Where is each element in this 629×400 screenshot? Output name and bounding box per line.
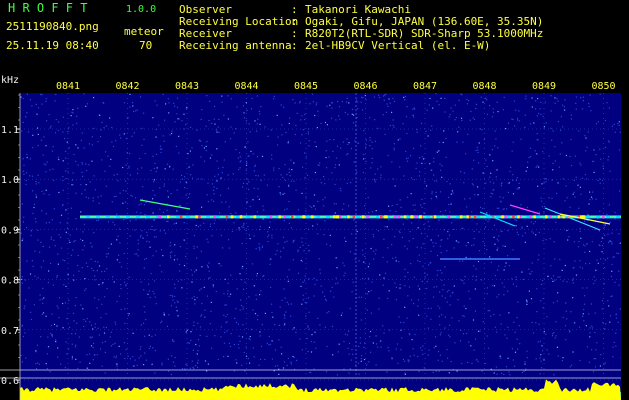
meteor-echo <box>339 215 342 219</box>
freq-tick-label: 0.9 <box>1 225 19 236</box>
time-tick-label: 0844 <box>234 81 258 92</box>
meteor-echo <box>283 215 287 219</box>
right-margin <box>621 93 629 400</box>
meteor-echo <box>291 215 294 219</box>
meteor-echo <box>347 215 350 219</box>
meteor-echo <box>433 215 437 219</box>
meteor-echo <box>167 215 170 219</box>
hroft-window: H R O F F T 1.0.0 2511190840.png meteor … <box>0 0 629 400</box>
meteor-echo <box>225 215 229 219</box>
meteor-echo <box>473 215 477 219</box>
meteor-echo <box>602 215 605 219</box>
meteor-echo <box>512 215 515 219</box>
meteor-echo <box>179 215 183 219</box>
meteor-echo <box>466 215 469 219</box>
time-tick-label: 0842 <box>115 81 139 92</box>
meteor-echo <box>504 215 507 219</box>
meteor-echo <box>302 215 306 219</box>
meteor-echo <box>393 215 397 219</box>
meteor-echo <box>366 215 369 219</box>
meteor-echo <box>397 215 401 219</box>
spectrogram-plot: kHz 1.1 1.0 0.9 0.8 0.7 0.6 0841 0842 0843 0844 08… <box>0 75 629 400</box>
time-tick-label: 0848 <box>472 81 496 92</box>
meteor-echo <box>239 215 243 219</box>
freq-tick-label: 0.6 <box>1 376 19 387</box>
time-tick-label: 0847 <box>413 81 437 92</box>
meteor-echo <box>384 215 387 219</box>
meteor-echo <box>311 215 314 219</box>
meteor-echo <box>447 215 451 219</box>
time-tick-label: 0849 <box>532 81 556 92</box>
meteor-echo <box>501 215 504 219</box>
meteor-echo <box>410 215 414 219</box>
meteor-echo <box>335 215 339 219</box>
meteor-echo <box>545 215 548 219</box>
meteor-echo <box>414 215 417 219</box>
time-tick-label: 0845 <box>294 81 318 92</box>
meteor-echo <box>549 215 552 219</box>
meteor-echo <box>362 215 365 219</box>
meteor-echo <box>352 215 356 219</box>
time-tick-label: 0843 <box>175 81 199 92</box>
meteor-echo <box>419 215 422 219</box>
freq-tick-label: 0.8 <box>1 276 19 287</box>
meteor-echo <box>230 215 234 219</box>
meteor-echo <box>253 215 257 219</box>
freq-tick-label: 0.7 <box>1 326 19 337</box>
freq-tick-label: 1.1 <box>1 125 19 136</box>
spectrogram-background <box>20 93 621 400</box>
meteor-echo <box>460 215 463 219</box>
meteor-echo <box>198 215 201 219</box>
meteor-echo <box>195 215 198 219</box>
meteor-echo <box>403 215 407 219</box>
meteor-echo <box>213 215 216 219</box>
meteor-echo <box>269 215 273 219</box>
meteor-echo <box>158 215 161 219</box>
meteor-echo <box>517 215 520 219</box>
meteor-echo <box>533 215 536 219</box>
meteor-echo <box>557 215 561 219</box>
meteor-echo <box>278 215 281 219</box>
freq-tick-label: 1.0 <box>1 175 19 186</box>
meteor-echo <box>380 215 383 219</box>
time-tick-label: 0846 <box>353 81 377 92</box>
time-tick-label: 0841 <box>56 81 80 92</box>
time-tick-label: 0850 <box>591 81 615 92</box>
meteor-echo <box>333 215 336 219</box>
freq-unit-label: kHz <box>1 75 19 86</box>
meteor-echo <box>582 215 585 219</box>
meteor-echo <box>529 215 532 219</box>
